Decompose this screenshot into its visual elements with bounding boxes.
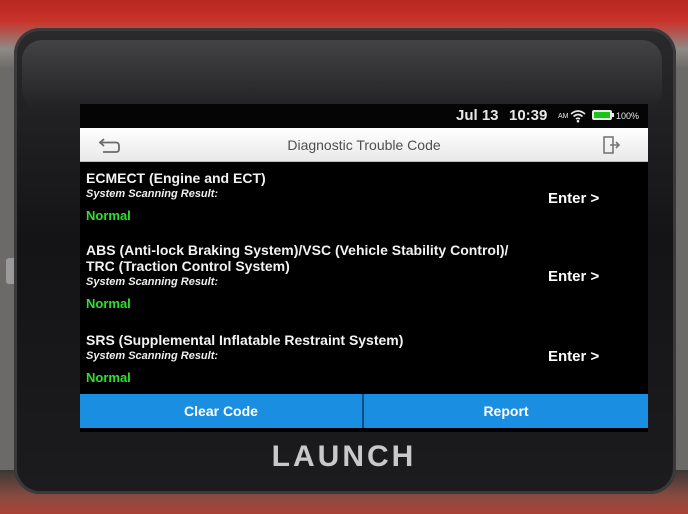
scan-result-value: Normal: [86, 296, 131, 311]
enter-button[interactable]: Enter >: [548, 190, 599, 207]
device-screen: Jul 13 10:39 AM 100% Diagnostic Trouble …: [80, 104, 648, 432]
status-am-pm: AM: [558, 113, 569, 120]
status-date: Jul 13: [456, 107, 499, 124]
battery-icon: [592, 110, 612, 120]
status-bar: Jul 13 10:39 AM 100%: [80, 104, 648, 128]
enter-button[interactable]: Enter >: [548, 348, 599, 365]
exit-icon[interactable]: [602, 135, 620, 155]
report-button[interactable]: Report: [364, 394, 648, 428]
action-bar: Clear Code Report: [80, 394, 648, 428]
scan-result-value: Normal: [86, 208, 131, 223]
scan-result-label: System Scanning Result:: [86, 188, 219, 200]
enter-button[interactable]: Enter >: [548, 268, 599, 285]
battery-tip: [612, 113, 614, 117]
system-name: ECMECT (Engine and ECT): [86, 170, 266, 186]
scan-result-label: System Scanning Result:: [86, 276, 219, 288]
scan-result-label: System Scanning Result:: [86, 350, 219, 362]
system-list: ECMECT (Engine and ECT) System Scanning …: [80, 162, 648, 394]
clear-code-button[interactable]: Clear Code: [80, 394, 362, 428]
battery-percent: 100%: [616, 111, 640, 121]
scan-result-value: Normal: [86, 370, 131, 385]
wifi-icon: [570, 110, 586, 123]
page-title: Diagnostic Trouble Code: [287, 137, 441, 153]
status-time: 10:39: [509, 107, 548, 124]
brand-logo: LAUNCH: [271, 440, 417, 473]
title-bar: Diagnostic Trouble Code: [80, 128, 648, 162]
bezel-glare: [22, 40, 662, 110]
system-name: SRS (Supplemental Inflatable Restraint S…: [86, 332, 404, 348]
system-name: ABS (Anti-lock Braking System)/VSC (Vehi…: [86, 242, 509, 274]
